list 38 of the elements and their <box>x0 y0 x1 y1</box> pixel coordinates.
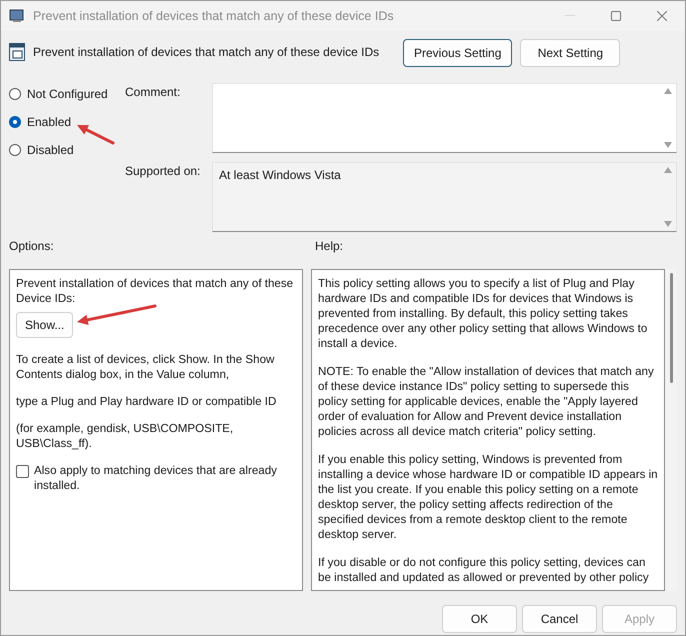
scroll-down-icon[interactable] <box>664 142 672 148</box>
scroll-up-icon[interactable] <box>664 167 672 173</box>
options-text: To create a list of devices, click Show. In the Show Contents dialog box, in the Value column, <box>16 352 276 382</box>
supported-on-label: Supported on: <box>125 163 202 180</box>
radio-button[interactable] <box>9 88 21 100</box>
options-text: type a Plug and Play hardware ID or compatible ID <box>16 394 278 409</box>
show-button[interactable]: Show... <box>16 312 74 338</box>
help-text: NOTE: To enable the "Allow installation of devices that match any of these device instance IDs" policy setting to supersede this policy setting for applicable devices, enable the "Apply layered order of evaluation for Allow and Prevent device installation policies across all device match criteria" policy setting. <box>318 364 655 439</box>
close-button[interactable] <box>657 11 667 21</box>
pointer-arrow <box>75 123 115 145</box>
scroll-down-icon[interactable] <box>664 221 672 227</box>
help-text: This policy setting allows you to specify a list of Plug and Play hardware IDs and compatible IDs for devices that Windows is prevented from installing. By default, this policy setting takes precedence over any other policy setting that allows Windows to install a device. <box>318 276 648 351</box>
options-label: Options: <box>9 239 55 255</box>
radio-button[interactable] <box>9 116 21 128</box>
setting-nav-button[interactable]: Next Setting <box>520 39 620 67</box>
checkbox[interactable] <box>16 465 29 478</box>
maximize-button[interactable] <box>611 11 621 21</box>
comment-label: Comment: <box>125 84 182 101</box>
scroll-up-icon[interactable] <box>664 88 672 94</box>
settings-page-icon <box>9 43 25 61</box>
window-title: Prevent installation of devices that match any of these device IDs <box>33 9 395 23</box>
policy-icon <box>9 9 25 23</box>
radio-label[interactable]: Not Configured <box>27 87 108 101</box>
comment-field[interactable] <box>212 83 677 153</box>
setting-nav-button[interactable]: Previous Setting <box>403 39 512 67</box>
radio-label[interactable]: Enabled <box>27 115 72 129</box>
dialog-button[interactable]: OK <box>442 605 517 633</box>
options-text: (for example, gendisk, USB\COMPOSITE, USB\Class_ff). <box>16 421 234 451</box>
radio-button[interactable] <box>9 144 21 156</box>
options-text: Prevent installation of devices that match any of these Device IDs: <box>16 276 294 306</box>
dialog-button[interactable]: Cancel <box>522 605 597 633</box>
checkbox-label[interactable]: Also apply to matching devices that are already installed. <box>34 463 296 493</box>
help-text: If you disable or do not configure this policy setting, devices can be installed and updated as allowed or prevented by other policy <box>318 555 650 585</box>
setting-title: Prevent installation of devices that match any of these device IDs <box>33 45 380 59</box>
radio-label[interactable]: Disabled <box>27 143 74 157</box>
help-text: If you enable this policy setting, Windows is prevented from installing a device whose hardware ID or compatible ID appears in the list you create. If you enable this policy setting on a remote desktop server, the policy setting affects redirection of the specified devices from a remote desktop client to the remote desktop server. <box>318 452 658 542</box>
supported-on-field: At least Windows Vista <box>212 162 677 232</box>
help-label: Help: <box>315 239 344 255</box>
